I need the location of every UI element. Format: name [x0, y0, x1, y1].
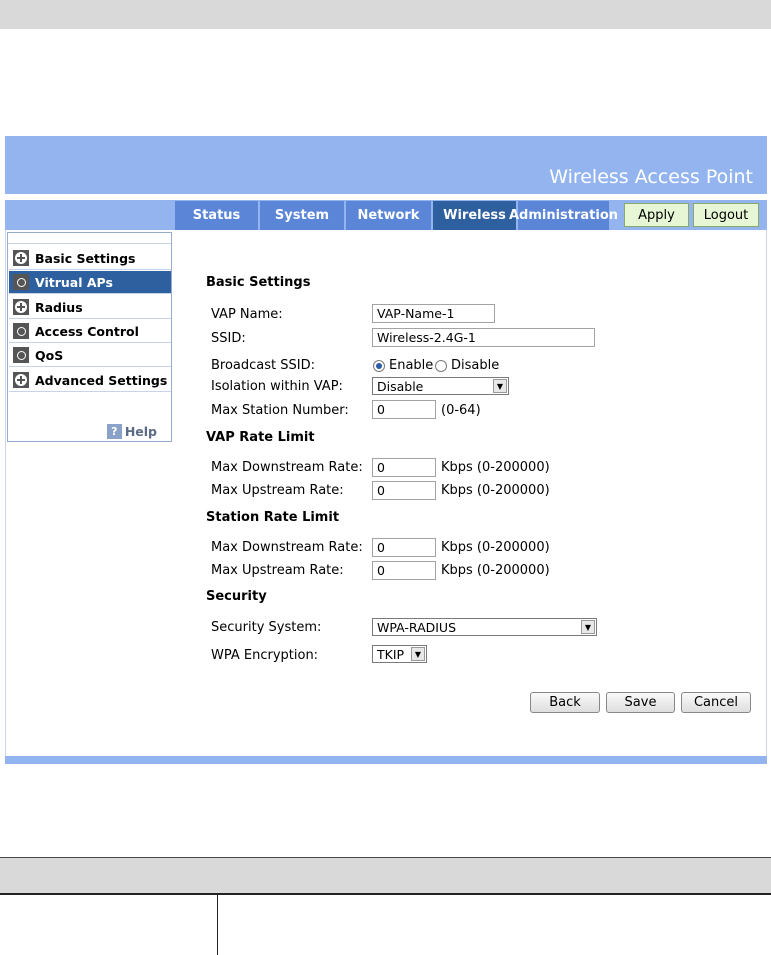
broadcast-enable-radio[interactable] — [373, 360, 385, 372]
isolation-value: Disable — [377, 378, 424, 394]
app-header: Wireless Access Point — [5, 136, 767, 194]
section-vap-rate-limit: VAP Rate Limit — [206, 430, 315, 445]
station-upstream-label: Max Upstream Rate: — [211, 563, 344, 578]
logout-button[interactable]: Logout — [693, 203, 759, 227]
broadcast-disable-label: Disable — [451, 358, 500, 373]
tab-wireless[interactable]: Wireless — [433, 201, 517, 230]
footer-band — [5, 756, 767, 764]
broadcast-disable-radio[interactable] — [435, 360, 447, 372]
sidebar-top — [8, 233, 171, 244]
sidebar-item-label: Radius — [35, 299, 83, 315]
chevron-down-icon: ▼ — [411, 647, 425, 661]
max-station-input[interactable] — [372, 400, 436, 419]
vap-upstream-label: Max Upstream Rate: — [211, 483, 344, 498]
table-column-divider — [217, 895, 218, 955]
station-upstream-input[interactable] — [372, 561, 436, 580]
sidebar-item-virtual-aps[interactable]: Vitrual APs — [9, 271, 171, 294]
wpa-encryption-label: WPA Encryption: — [211, 648, 319, 663]
sidebar-item-access-control[interactable]: Access Control — [9, 320, 171, 343]
isolation-select[interactable]: Disable ▼ — [372, 377, 509, 395]
sidebar-item-radius[interactable]: Radius — [9, 296, 171, 319]
back-button[interactable]: Back — [530, 692, 600, 713]
plus-icon — [13, 372, 29, 388]
station-downstream-input[interactable] — [372, 538, 436, 557]
security-system-select[interactable]: WPA-RADIUS ▼ — [372, 618, 597, 636]
security-system-value: WPA-RADIUS — [377, 619, 457, 635]
vap-downstream-label: Max Downstream Rate: — [211, 460, 363, 475]
app-title: Wireless Access Point — [549, 166, 753, 188]
isolation-label: Isolation within VAP: — [211, 379, 343, 394]
security-system-label: Security System: — [211, 620, 322, 635]
sidebar-item-label: QoS — [35, 347, 64, 363]
chevron-down-icon: ▼ — [581, 620, 595, 634]
wpa-encryption-select[interactable]: TKIP ▼ — [372, 645, 427, 663]
sidebar-item-advanced-settings[interactable]: Advanced Settings — [9, 369, 171, 392]
wpa-encryption-value: TKIP — [377, 646, 405, 662]
broadcast-ssid-label: Broadcast SSID: — [211, 358, 315, 373]
sidebar-item-label: Access Control — [35, 323, 139, 339]
broadcast-enable-label: Enable — [389, 358, 434, 373]
tab-administration[interactable]: Administration — [509, 201, 618, 230]
tab-network[interactable]: Network — [346, 201, 432, 230]
ssid-label: SSID: — [211, 331, 246, 346]
station-downstream-label: Max Downstream Rate: — [211, 540, 363, 555]
chevron-down-icon: ▼ — [493, 379, 507, 393]
station-upstream-unit: Kbps (0-200000) — [441, 563, 550, 578]
vap-name-label: VAP Name: — [211, 307, 283, 322]
cancel-button[interactable]: Cancel — [681, 692, 751, 713]
tab-system[interactable]: System — [260, 201, 345, 230]
table-header — [0, 857, 771, 893]
ssid-input[interactable] — [372, 328, 595, 347]
save-button[interactable]: Save — [606, 692, 675, 713]
vap-name-input[interactable] — [372, 304, 495, 323]
apply-button[interactable]: Apply — [624, 203, 689, 227]
sidebar-item-qos[interactable]: QoS — [9, 344, 171, 367]
document-top-bar — [0, 0, 771, 29]
section-basic-settings: Basic Settings — [206, 275, 311, 290]
table-divider — [0, 893, 771, 895]
sidebar-item-label: Basic Settings — [35, 250, 136, 266]
circle-icon — [13, 274, 29, 290]
section-station-rate-limit: Station Rate Limit — [206, 510, 340, 525]
sidebar-item-label: Advanced Settings — [35, 372, 168, 388]
sidebar-item-basic-settings[interactable]: Basic Settings — [9, 247, 171, 270]
tab-status[interactable]: Status — [175, 201, 259, 230]
max-station-range: (0-64) — [441, 403, 481, 418]
vap-upstream-unit: Kbps (0-200000) — [441, 483, 550, 498]
circle-icon — [13, 347, 29, 363]
max-station-label: Max Station Number: — [211, 403, 349, 418]
vap-downstream-input[interactable] — [372, 458, 436, 477]
help-label: Help — [124, 424, 157, 439]
station-downstream-unit: Kbps (0-200000) — [441, 540, 550, 555]
plus-icon — [13, 299, 29, 315]
sidebar: Basic Settings Vitrual APs Radius Access… — [7, 232, 172, 442]
help-link[interactable]: ? Help — [106, 424, 157, 439]
plus-icon — [13, 250, 29, 266]
section-security: Security — [206, 589, 267, 604]
vap-upstream-input[interactable] — [372, 481, 436, 500]
vap-downstream-unit: Kbps (0-200000) — [441, 460, 550, 475]
help-icon: ? — [106, 424, 122, 439]
circle-icon — [13, 323, 29, 339]
sidebar-item-label: Vitrual APs — [35, 274, 113, 290]
